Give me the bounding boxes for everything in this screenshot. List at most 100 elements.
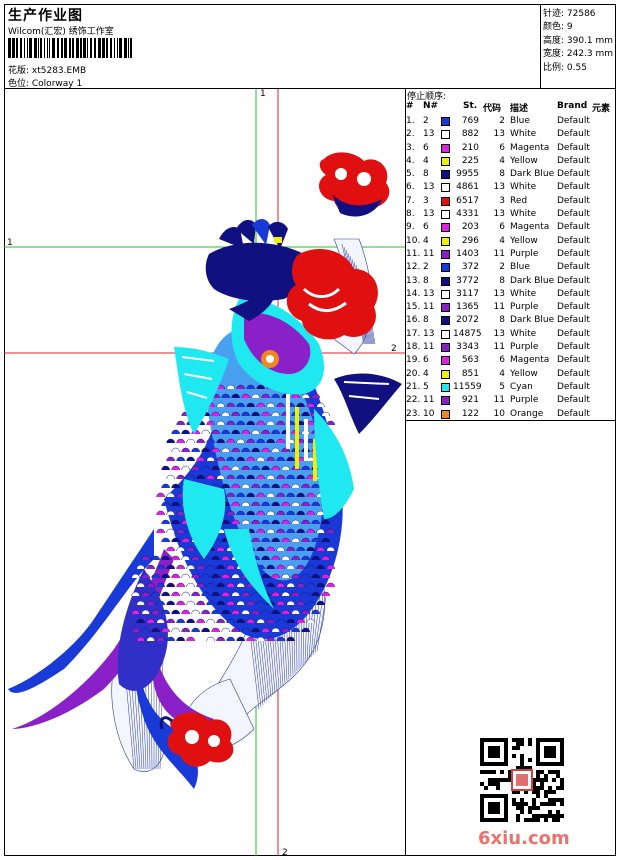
row-brand: Default — [557, 342, 590, 353]
color-swatch — [441, 249, 450, 259]
table-row: 20. 4 851 4 Yellow Default — [405, 368, 616, 381]
row-stitches: 372 — [461, 262, 479, 273]
row-index: 22. — [406, 395, 421, 406]
row-index: 23. — [406, 408, 421, 419]
row-stitches: 3117 — [456, 288, 479, 299]
row-needle: 3 — [423, 195, 429, 206]
guide-v1-label: 1 — [260, 89, 266, 99]
color-swatch — [441, 303, 450, 313]
row-description: White — [510, 129, 537, 140]
row-brand: Default — [557, 395, 590, 406]
table-row: 7. 3 6517 3 Red Default — [405, 195, 616, 208]
row-description: Blue — [510, 262, 530, 273]
table-row: 17. 13 14875 13 White Default — [405, 328, 616, 341]
row-needle: 11 — [423, 248, 435, 259]
row-stitches: 296 — [461, 235, 479, 246]
row-description: Orange — [510, 408, 544, 419]
color-swatch — [441, 289, 450, 299]
col-element: 元素 — [592, 104, 611, 114]
row-brand: Default — [557, 129, 590, 140]
table-row: 21. 5 11559 5 Cyan Default — [405, 381, 616, 394]
color-swatch — [441, 329, 450, 339]
row-description: Yellow — [510, 155, 538, 166]
row-code: 11 — [493, 342, 505, 353]
row-description: Magenta — [510, 355, 550, 366]
row-code: 6 — [499, 222, 505, 233]
stat-width: 宽度: 242.3 mm — [543, 49, 614, 59]
row-description: White — [510, 182, 537, 193]
row-index: 1. — [406, 116, 415, 126]
stat-colors: 颜色: 9 — [543, 22, 573, 32]
table-row: 3. 6 210 6 Magenta Default — [405, 142, 616, 155]
row-needle: 4 — [423, 155, 429, 166]
row-needle: 13 — [423, 209, 435, 220]
row-index: 9. — [406, 222, 415, 233]
sheet-header: 生产作业图 Wilcom(汇宏) 绣饰工作室 花版: xt5283.EMB 色位… — [4, 4, 541, 89]
row-brand: Default — [557, 315, 590, 326]
row-brand: Default — [557, 275, 590, 286]
row-description: White — [510, 288, 537, 299]
color-swatch — [441, 143, 450, 153]
row-stitches: 14875 — [453, 328, 482, 339]
color-swatch — [441, 382, 450, 392]
table-row: 16. 8 2072 8 Dark Blue Default — [405, 314, 616, 327]
color-swatch — [441, 263, 450, 273]
row-brand: Default — [557, 381, 590, 392]
row-index: 16. — [406, 315, 421, 326]
table-row: 9. 6 203 6 Magenta Default — [405, 221, 616, 234]
color-swatch — [441, 356, 450, 366]
row-stitches: 2072 — [456, 315, 479, 326]
guide-h2-label: 2 — [391, 344, 397, 354]
row-needle: 13 — [423, 129, 435, 140]
color-swatch — [441, 130, 450, 140]
table-row: 12. 2 372 2 Blue Default — [405, 261, 616, 274]
row-index: 21. — [406, 381, 421, 392]
row-brand: Default — [557, 248, 590, 259]
barcode-icon — [8, 38, 132, 58]
table-row: 11. 11 1403 11 Purple Default — [405, 248, 616, 261]
row-brand: Default — [557, 328, 590, 339]
table-row: 4. 4 225 4 Yellow Default — [405, 155, 616, 168]
row-needle: 10 — [423, 408, 435, 419]
row-description: Red — [510, 195, 528, 206]
row-description: Blue — [510, 116, 530, 126]
row-needle: 4 — [423, 368, 429, 379]
row-brand: Default — [557, 169, 590, 180]
col-index: # — [406, 101, 414, 111]
koi-embroidery-preview: 1 2 1 2 — [4, 89, 405, 856]
row-index: 6. — [406, 182, 415, 193]
row-code: 11 — [493, 248, 505, 259]
row-description: White — [510, 209, 537, 220]
row-index: 4. — [406, 155, 415, 166]
row-needle: 8 — [423, 169, 429, 180]
company-name: Wilcom(汇宏) 绣饰工作室 — [8, 27, 114, 37]
qr-code-icon — [480, 738, 564, 822]
row-stitches: 6517 — [456, 195, 479, 206]
color-swatch — [441, 183, 450, 193]
row-code: 8 — [499, 315, 505, 326]
row-needle: 6 — [423, 222, 429, 233]
row-code: 13 — [493, 288, 505, 299]
row-index: 11. — [406, 248, 421, 259]
row-needle: 11 — [423, 342, 435, 353]
row-stitches: 769 — [461, 116, 479, 126]
stop-sequence-panel: 停止顺序: # N# St. 代码 描述 Brand 元素 1. 2 769 2 Blu… — [405, 89, 616, 419]
color-swatch — [441, 369, 450, 379]
row-needle: 13 — [423, 288, 435, 299]
row-needle: 2 — [423, 262, 429, 273]
row-stitches: 203 — [461, 222, 479, 233]
table-row: 10. 4 296 4 Yellow Default — [405, 235, 616, 248]
row-needle: 11 — [423, 395, 435, 406]
row-brand: Default — [557, 408, 590, 419]
col-code: 代码 — [483, 104, 502, 114]
design-file-label: 花版: xt5283.EMB — [8, 66, 87, 76]
row-description: Dark Blue — [510, 169, 555, 180]
row-index: 7. — [406, 195, 415, 206]
color-swatch — [441, 396, 450, 406]
color-swatch — [441, 210, 450, 220]
row-description: Purple — [510, 395, 539, 406]
row-stitches: 4861 — [456, 182, 479, 193]
row-index: 20. — [406, 368, 421, 379]
table-row: 23. 10 122 10 Orange Default — [405, 408, 616, 421]
row-needle: 8 — [423, 275, 429, 286]
